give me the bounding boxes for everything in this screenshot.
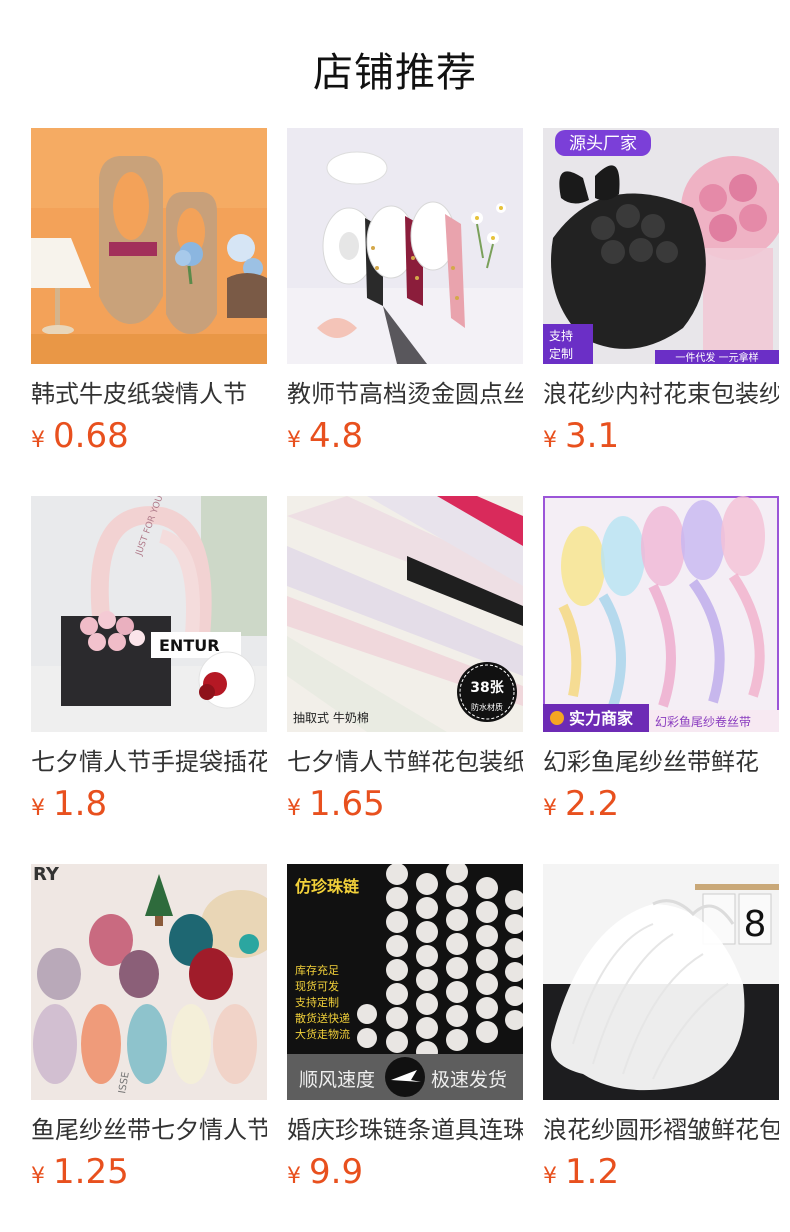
price: ¥ 4.8 bbox=[287, 416, 523, 456]
price-value: 9.9 bbox=[309, 1152, 364, 1192]
price-value: 1.65 bbox=[309, 784, 385, 824]
handheld-bag-illustration: JUST FOR YOU ENTUR bbox=[31, 496, 267, 732]
price: ¥ 1.25 bbox=[31, 1152, 267, 1192]
feature-3: 散货送快递 bbox=[295, 1011, 350, 1025]
currency-symbol: ¥ bbox=[543, 1164, 557, 1189]
wrapping-paper-illustration: 38张 防水材质 抽取式 牛奶棉 bbox=[287, 496, 523, 732]
product-image-white-ruffle[interactable]: 8 bbox=[543, 864, 779, 1100]
caption-text: 抽取式 牛奶棉 bbox=[293, 710, 369, 725]
count-text: 38张 bbox=[470, 680, 504, 696]
product-title[interactable]: 浪花纱内衬花束包装纱 bbox=[543, 378, 779, 410]
product-image-pearl-chains[interactable]: 仿珍珠链 库存充足 现货可发 支持定制 散货送快递 大货走物流 顺风速度 极速发… bbox=[287, 864, 523, 1100]
price-value: 1.25 bbox=[53, 1152, 129, 1192]
product-image-ribbon-rolls[interactable] bbox=[287, 128, 523, 364]
price: ¥ 1.2 bbox=[543, 1152, 779, 1192]
product-title[interactable]: 教师节高档烫金圆点丝带 bbox=[287, 378, 523, 410]
product-title[interactable]: 七夕情人节手提袋插花 bbox=[31, 746, 267, 778]
feature-1: 现货可发 bbox=[295, 979, 339, 993]
product-card[interactable]: 源头厂家 支持 定制 一件代发 一元拿样 浪花纱内衬花束包装纱 ¥ 3.1 bbox=[543, 128, 779, 468]
price-value: 1.2 bbox=[565, 1152, 620, 1192]
price: ¥ 0.68 bbox=[31, 416, 267, 456]
currency-symbol: ¥ bbox=[287, 1164, 301, 1189]
product-card[interactable]: 38张 防水材质 抽取式 牛奶棉 七夕情人节鲜花包装纸 ¥ 1.65 bbox=[287, 496, 523, 836]
product-title[interactable]: 浪花纱圆形褶皱鲜花包装 bbox=[543, 1114, 779, 1146]
black-rose-bouquet-illustration: 源头厂家 支持 定制 一件代发 一元拿样 bbox=[543, 128, 779, 364]
badge-top-text: 源头厂家 bbox=[569, 134, 637, 154]
product-title[interactable]: 鱼尾纱丝带七夕情人节 bbox=[31, 1114, 267, 1146]
white-ruffle-illustration: 8 bbox=[543, 864, 779, 1100]
product-image-wrapping-paper[interactable]: 38张 防水材质 抽取式 牛奶棉 bbox=[287, 496, 523, 732]
corner-text: RY bbox=[33, 864, 60, 885]
product-card[interactable]: RY ISSE 鱼尾纱丝带七夕情人节 ¥ 1.25 bbox=[31, 864, 267, 1204]
product-card[interactable]: 仿珍珠链 库存充足 现货可发 支持定制 散货送快递 大货走物流 顺风速度 极速发… bbox=[287, 864, 523, 1204]
product-image-black-rose-bouquet[interactable]: 源头厂家 支持 定制 一件代发 一元拿样 bbox=[543, 128, 779, 364]
price-value: 0.68 bbox=[53, 416, 129, 456]
price: ¥ 2.2 bbox=[543, 784, 779, 824]
currency-symbol: ¥ bbox=[543, 796, 557, 821]
currency-symbol: ¥ bbox=[543, 428, 557, 453]
product-image-kraft-bag[interactable] bbox=[31, 128, 267, 364]
ribbon-rolls-illustration bbox=[287, 128, 523, 364]
badge-bottom-text: 一件代发 一元拿样 bbox=[675, 351, 758, 364]
price-value: 3.1 bbox=[565, 416, 620, 456]
badge-corner-line1: 支持 bbox=[549, 328, 573, 343]
price: ¥ 3.1 bbox=[543, 416, 779, 456]
currency-symbol: ¥ bbox=[287, 796, 301, 821]
kraft-bag-illustration bbox=[31, 128, 267, 364]
product-title[interactable]: 韩式牛皮纸袋情人节 bbox=[31, 378, 267, 410]
iridescent-ribbon-illustration: 实力商家 幻彩鱼尾纱卷丝带 bbox=[543, 496, 779, 732]
currency-symbol: ¥ bbox=[31, 428, 45, 453]
product-card[interactable]: 韩式牛皮纸袋情人节 ¥ 0.68 bbox=[31, 128, 267, 468]
feature-0: 库存充足 bbox=[295, 963, 339, 977]
pearl-chains-illustration: 仿珍珠链 库存充足 现货可发 支持定制 散货送快递 大货走物流 顺风速度 极速发… bbox=[287, 864, 523, 1100]
product-card[interactable]: 教师节高档烫金圆点丝带 ¥ 4.8 bbox=[287, 128, 523, 468]
number-card-digit: 8 bbox=[744, 904, 767, 945]
product-image-handheld-bag[interactable]: JUST FOR YOU ENTUR bbox=[31, 496, 267, 732]
price: ¥ 9.9 bbox=[287, 1152, 523, 1192]
product-title[interactable]: 婚庆珍珠链条道具连珠 bbox=[287, 1114, 523, 1146]
price-value: 1.8 bbox=[53, 784, 108, 824]
product-card[interactable]: 实力商家 幻彩鱼尾纱卷丝带 幻彩鱼尾纱丝带鲜花 ¥ 2.2 bbox=[543, 496, 779, 836]
bottom-left-text: 顺风速度 bbox=[299, 1069, 375, 1091]
product-title[interactable]: 幻彩鱼尾纱丝带鲜花 bbox=[543, 746, 779, 778]
price: ¥ 1.65 bbox=[287, 784, 523, 824]
product-image-iridescent-ribbon[interactable]: 实力商家 幻彩鱼尾纱卷丝带 bbox=[543, 496, 779, 732]
price-value: 2.2 bbox=[565, 784, 620, 824]
product-title[interactable]: 七夕情人节鲜花包装纸 bbox=[287, 746, 523, 778]
price: ¥ 1.8 bbox=[31, 784, 267, 824]
product-image-fishtail-ribbon[interactable]: RY ISSE bbox=[31, 864, 267, 1100]
currency-symbol: ¥ bbox=[31, 796, 45, 821]
price-value: 4.8 bbox=[309, 416, 364, 456]
sign-text: ENTUR bbox=[159, 636, 220, 655]
currency-symbol: ¥ bbox=[287, 428, 301, 453]
product-card[interactable]: JUST FOR YOU ENTUR 七夕情人节手提袋插花 ¥ 1.8 bbox=[31, 496, 267, 836]
fishtail-ribbon-illustration: RY ISSE bbox=[31, 864, 267, 1100]
pearl-headline: 仿珍珠链 bbox=[295, 877, 360, 896]
bottom-right-text: 极速发货 bbox=[431, 1069, 507, 1091]
ribbon-banner-text: 幻彩鱼尾纱卷丝带 bbox=[655, 714, 751, 729]
page-title: 店铺推荐 bbox=[313, 50, 477, 96]
feature-4: 大货走物流 bbox=[295, 1027, 350, 1041]
page-header: 店铺推荐 bbox=[0, 0, 790, 128]
circle-sub-text: 防水材质 bbox=[471, 702, 503, 712]
product-card[interactable]: 8 浪花纱圆形褶皱鲜花包装 ¥ 1.2 bbox=[543, 864, 779, 1204]
badge-corner-line2: 定制 bbox=[549, 346, 573, 361]
feature-2: 支持定制 bbox=[295, 995, 339, 1009]
shop-badge-text: 实力商家 bbox=[569, 709, 634, 728]
currency-symbol: ¥ bbox=[31, 1164, 45, 1189]
